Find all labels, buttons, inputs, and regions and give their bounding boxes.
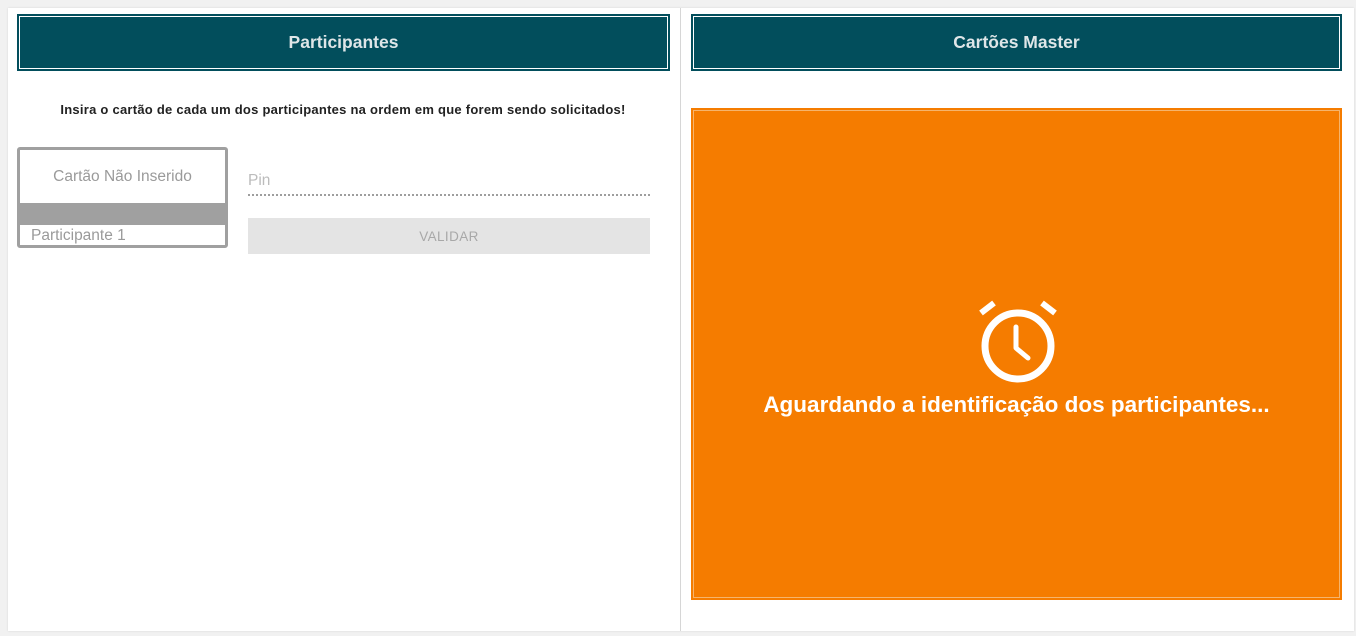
app-window: Participantes Insira o cartão de cada um… [8,8,1354,631]
participant-label: Participante 1 [31,227,126,244]
participants-panel: Participantes Insira o cartão de cada um… [8,8,680,631]
participants-title: Participantes [288,32,399,52]
card-stripe [20,203,225,225]
participants-header: Participantes [17,14,670,71]
pin-input[interactable] [248,168,650,196]
master-cards-title: Cartões Master [953,32,1080,52]
card-status: Cartão Não Inserido [53,167,192,185]
validate-button[interactable]: VALIDAR [248,218,650,254]
master-cards-panel: Cartões Master Aguardando a identificaçã… [681,8,1354,631]
master-cards-header: Cartões Master [691,14,1342,71]
waiting-box: Aguardando a identificação dos participa… [691,108,1342,600]
alarm-clock-icon [979,300,1057,383]
instructions-text: Insira o cartão de cada um dos participa… [60,102,626,117]
waiting-message: Aguardando a identificação dos participa… [763,392,1270,417]
participant-card: Cartão Não Inserido Participante 1 [17,147,228,248]
